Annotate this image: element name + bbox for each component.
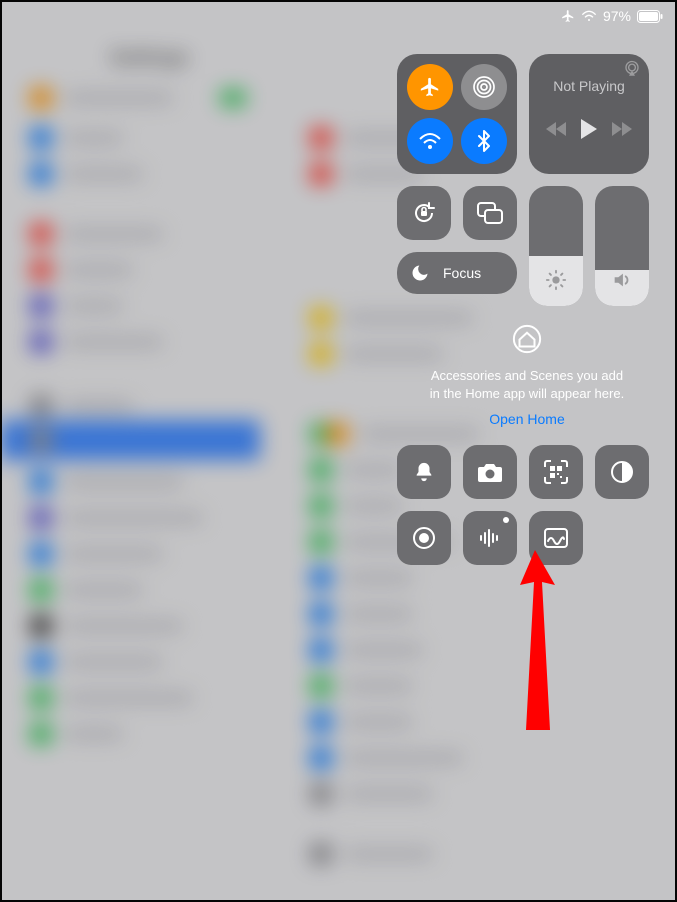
status-bar: 97%: [561, 8, 663, 24]
screen-mirroring-button[interactable]: [463, 186, 517, 240]
home-message-line2: in the Home app will appear here.: [397, 385, 657, 403]
wifi-toggle[interactable]: [407, 118, 453, 164]
home-section: Accessories and Scenes you add in the Ho…: [397, 324, 657, 429]
forward-button[interactable]: [612, 122, 632, 141]
airdrop-toggle[interactable]: [461, 64, 507, 110]
brightness-slider[interactable]: [529, 186, 583, 306]
connectivity-tile: [397, 54, 517, 174]
silent-mode-button[interactable]: [397, 445, 451, 499]
play-button[interactable]: [580, 119, 598, 144]
focus-button[interactable]: Focus: [397, 252, 517, 294]
camera-button[interactable]: [463, 445, 517, 499]
home-message-line1: Accessories and Scenes you add: [397, 367, 657, 385]
freeform-button[interactable]: [529, 511, 583, 565]
airplane-status-icon: [561, 9, 575, 23]
rewind-button[interactable]: [546, 122, 566, 141]
airplane-mode-toggle[interactable]: [407, 64, 453, 110]
bluetooth-toggle[interactable]: [461, 118, 507, 164]
now-playing-tile[interactable]: Not Playing: [529, 54, 649, 174]
now-playing-title: Not Playing: [553, 78, 625, 94]
voice-memos-button[interactable]: [463, 511, 517, 565]
screen-record-button[interactable]: [397, 511, 451, 565]
open-home-link[interactable]: Open Home: [489, 410, 564, 430]
wifi-status-icon: [581, 10, 597, 22]
shortcut-grid: [397, 445, 657, 565]
speaker-icon: [611, 269, 633, 296]
dark-mode-button[interactable]: [595, 445, 649, 499]
qr-scanner-button[interactable]: [529, 445, 583, 499]
control-center: Not Playing Focus: [397, 54, 657, 565]
moon-icon: [407, 260, 433, 286]
airplay-icon: [623, 60, 641, 83]
volume-slider[interactable]: [595, 186, 649, 306]
focus-label: Focus: [443, 265, 481, 281]
orientation-lock-toggle[interactable]: [397, 186, 451, 240]
home-icon: [397, 324, 657, 359]
battery-icon: [637, 10, 663, 23]
sun-icon: [545, 269, 567, 296]
battery-percent-text: 97%: [603, 8, 631, 24]
